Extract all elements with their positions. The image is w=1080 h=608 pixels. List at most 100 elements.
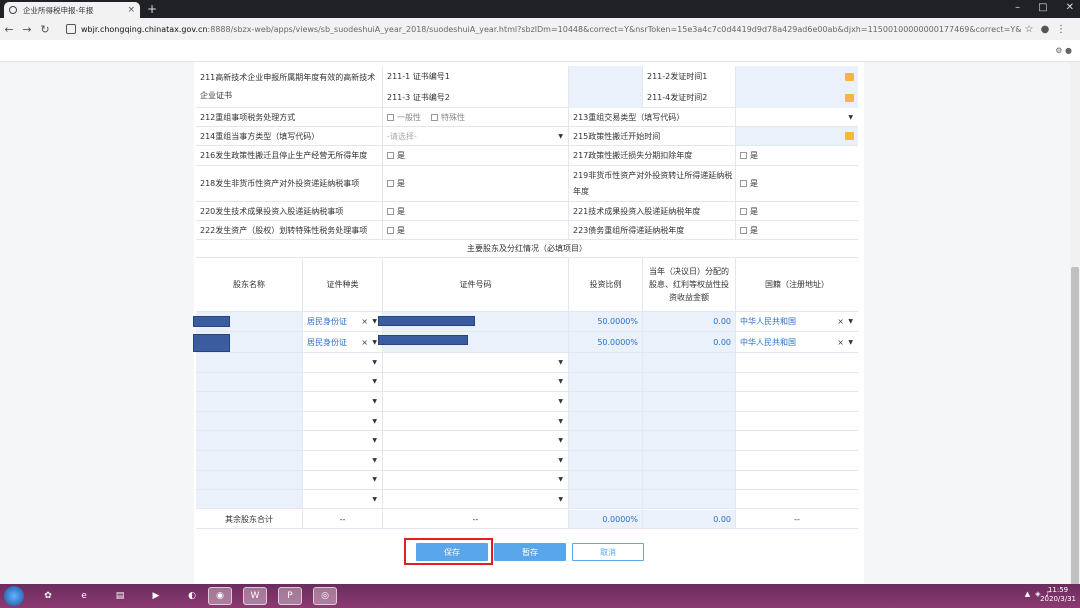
empty-cell-input[interactable]: [642, 353, 735, 372]
empty-cell-input[interactable]: [735, 353, 858, 372]
ie-icon[interactable]: e: [72, 587, 96, 605]
nationality-select[interactable]: 中华人民共和国 × ▼: [735, 332, 858, 352]
clear-icon[interactable]: ×: [837, 317, 844, 326]
empty-cell-input[interactable]: ▼: [302, 470, 382, 490]
dividend-input[interactable]: 0.00: [642, 312, 735, 331]
row-217-checkbox[interactable]: 是: [735, 146, 858, 165]
start-button[interactable]: [4, 586, 24, 606]
star-icon[interactable]: ☆: [1021, 24, 1037, 35]
checkbox-icon[interactable]: [740, 207, 747, 215]
empty-cell-input[interactable]: ▼: [302, 451, 382, 470]
empty-cell-input[interactable]: [196, 431, 302, 450]
empty-cell-input[interactable]: [735, 451, 858, 470]
checkbox-icon[interactable]: [387, 113, 394, 121]
info-icon[interactable]: [66, 24, 76, 34]
empty-cell-input[interactable]: [735, 490, 858, 509]
calendar-icon[interactable]: [845, 93, 854, 102]
checkbox-icon[interactable]: [740, 180, 747, 187]
empty-cell-input[interactable]: ▼: [302, 353, 382, 372]
empty-cell-input[interactable]: [735, 470, 858, 490]
cert-number-1-input[interactable]: [568, 66, 642, 87]
empty-cell-input[interactable]: [642, 490, 735, 509]
row-223-checkbox[interactable]: 是: [735, 221, 858, 239]
word-icon[interactable]: W: [243, 587, 267, 605]
empty-cell-input[interactable]: [568, 490, 642, 509]
temp-save-button[interactable]: 暂存: [494, 543, 566, 561]
checkbox-icon[interactable]: [740, 152, 747, 159]
empty-cell-input[interactable]: ▼: [302, 431, 382, 450]
empty-cell-input[interactable]: [196, 372, 302, 392]
issue-date-1-input[interactable]: [735, 66, 858, 87]
empty-cell-input[interactable]: [735, 392, 858, 411]
empty-cell-input[interactable]: [642, 392, 735, 411]
restructure-type-select[interactable]: ▼: [735, 108, 858, 126]
ratio-input[interactable]: 50.0000%: [568, 332, 642, 352]
empty-cell-input[interactable]: [735, 411, 858, 431]
clear-icon[interactable]: ×: [361, 338, 368, 347]
empty-cell-input[interactable]: [642, 470, 735, 490]
restructure-method-radio[interactable]: 一般性 特殊性: [382, 108, 568, 126]
nationality-select[interactable]: 中华人民共和国 × ▼: [735, 312, 858, 331]
checkbox-icon[interactable]: [387, 152, 394, 159]
clear-icon[interactable]: ×: [361, 317, 368, 326]
account-icon[interactable]: ●: [1037, 24, 1053, 35]
empty-cell-input[interactable]: ▼: [302, 490, 382, 509]
empty-cell-input[interactable]: [568, 451, 642, 470]
reload-icon[interactable]: ↻: [36, 23, 54, 36]
empty-cell-input[interactable]: [642, 431, 735, 450]
empty-cell-input[interactable]: [642, 372, 735, 392]
wechat-icon[interactable]: ◎: [313, 587, 337, 605]
empty-cell-input[interactable]: ▼: [382, 372, 568, 392]
forward-icon[interactable]: →: [18, 23, 36, 36]
minimize-icon[interactable]: –: [1015, 2, 1020, 13]
chrome-icon[interactable]: ◉: [208, 587, 232, 605]
checkbox-icon[interactable]: [431, 113, 438, 121]
empty-cell-input[interactable]: [196, 490, 302, 509]
empty-cell-input[interactable]: [196, 470, 302, 490]
back-icon[interactable]: ←: [0, 23, 18, 36]
checkbox-icon[interactable]: [387, 226, 394, 234]
empty-cell-input[interactable]: ▼: [382, 431, 568, 450]
browser-tab[interactable]: 企业所得税申报-年报 ×: [4, 2, 140, 18]
empty-cell-input[interactable]: [568, 372, 642, 392]
close-window-icon[interactable]: ✕: [1066, 2, 1074, 13]
empty-cell-input[interactable]: [196, 411, 302, 431]
empty-cell-input[interactable]: ▼: [382, 411, 568, 431]
settings-icon[interactable]: ⚙ ●: [1055, 46, 1072, 55]
total-dividend-input[interactable]: 0.00: [642, 510, 735, 528]
checkbox-icon[interactable]: [387, 180, 394, 187]
empty-cell-input[interactable]: ▼: [302, 392, 382, 411]
menu-icon[interactable]: ⋮: [1053, 24, 1069, 35]
row-219-checkbox[interactable]: 是: [735, 166, 858, 201]
id-type-select[interactable]: 居民身份证 × ▼: [302, 312, 382, 331]
app-icon[interactable]: ✿: [36, 587, 60, 605]
empty-cell-input[interactable]: ▼: [382, 392, 568, 411]
empty-cell-input[interactable]: [735, 431, 858, 450]
relocation-start-date-input[interactable]: [735, 127, 858, 145]
empty-cell-input[interactable]: [568, 392, 642, 411]
checkbox-icon[interactable]: [740, 226, 747, 234]
row-221-checkbox[interactable]: 是: [735, 202, 858, 220]
app-icon[interactable]: ◐: [180, 587, 204, 605]
row-222-checkbox[interactable]: 是: [382, 221, 568, 239]
ratio-input[interactable]: 50.0000%: [568, 312, 642, 331]
empty-cell-input[interactable]: ▼: [382, 490, 568, 509]
clock[interactable]: 11:59 2020/3/31: [1040, 586, 1076, 604]
new-tab-button[interactable]: +: [145, 3, 159, 16]
empty-cell-input[interactable]: ▼: [302, 411, 382, 431]
empty-cell-input[interactable]: [568, 411, 642, 431]
row-220-checkbox[interactable]: 是: [382, 202, 568, 220]
media-icon[interactable]: ▶: [144, 587, 168, 605]
checkbox-icon[interactable]: [387, 207, 394, 215]
id-type-select[interactable]: 居民身份证 × ▼: [302, 332, 382, 352]
tab-close-icon[interactable]: ×: [127, 5, 135, 15]
empty-cell-input[interactable]: [642, 451, 735, 470]
row-218-checkbox[interactable]: 是: [382, 166, 568, 201]
empty-cell-input[interactable]: [196, 451, 302, 470]
cert-number-2-input[interactable]: [568, 87, 642, 108]
scrollbar-thumb[interactable]: [1071, 267, 1079, 597]
empty-cell-input[interactable]: [196, 392, 302, 411]
page-scrollbar[interactable]: [1070, 62, 1080, 597]
empty-cell-input[interactable]: [568, 431, 642, 450]
clear-icon[interactable]: ×: [837, 338, 844, 347]
